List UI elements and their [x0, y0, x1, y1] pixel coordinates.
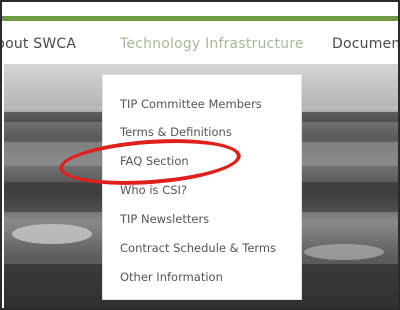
- nav-about-swca[interactable]: bout SWCA: [2, 36, 76, 52]
- main-nav: bout SWCA Technology Infrastructure Docu…: [2, 30, 398, 64]
- photo-lake-left: [12, 224, 92, 244]
- screenshot-frame: bout SWCA Technology Infrastructure Docu…: [0, 0, 400, 310]
- menu-item-terms-definitions[interactable]: Terms & Definitions: [120, 125, 232, 139]
- technology-dropdown-menu: TIP Committee Members Terms & Definition…: [102, 74, 302, 300]
- photo-lake-right: [304, 244, 384, 260]
- menu-item-other-information[interactable]: Other Information: [120, 270, 223, 284]
- menu-item-contract-schedule-terms[interactable]: Contract Schedule & Terms: [120, 241, 276, 255]
- nav-documents[interactable]: Documen: [332, 36, 398, 52]
- menu-item-tip-newsletters[interactable]: TIP Newsletters: [120, 212, 209, 226]
- top-accent-bar: [2, 2, 398, 21]
- menu-item-who-is-csi[interactable]: Who is CSI?: [120, 183, 187, 197]
- menu-item-tip-committee-members[interactable]: TIP Committee Members: [120, 97, 262, 111]
- nav-technology-infrastructure[interactable]: Technology Infrastructure: [120, 36, 304, 52]
